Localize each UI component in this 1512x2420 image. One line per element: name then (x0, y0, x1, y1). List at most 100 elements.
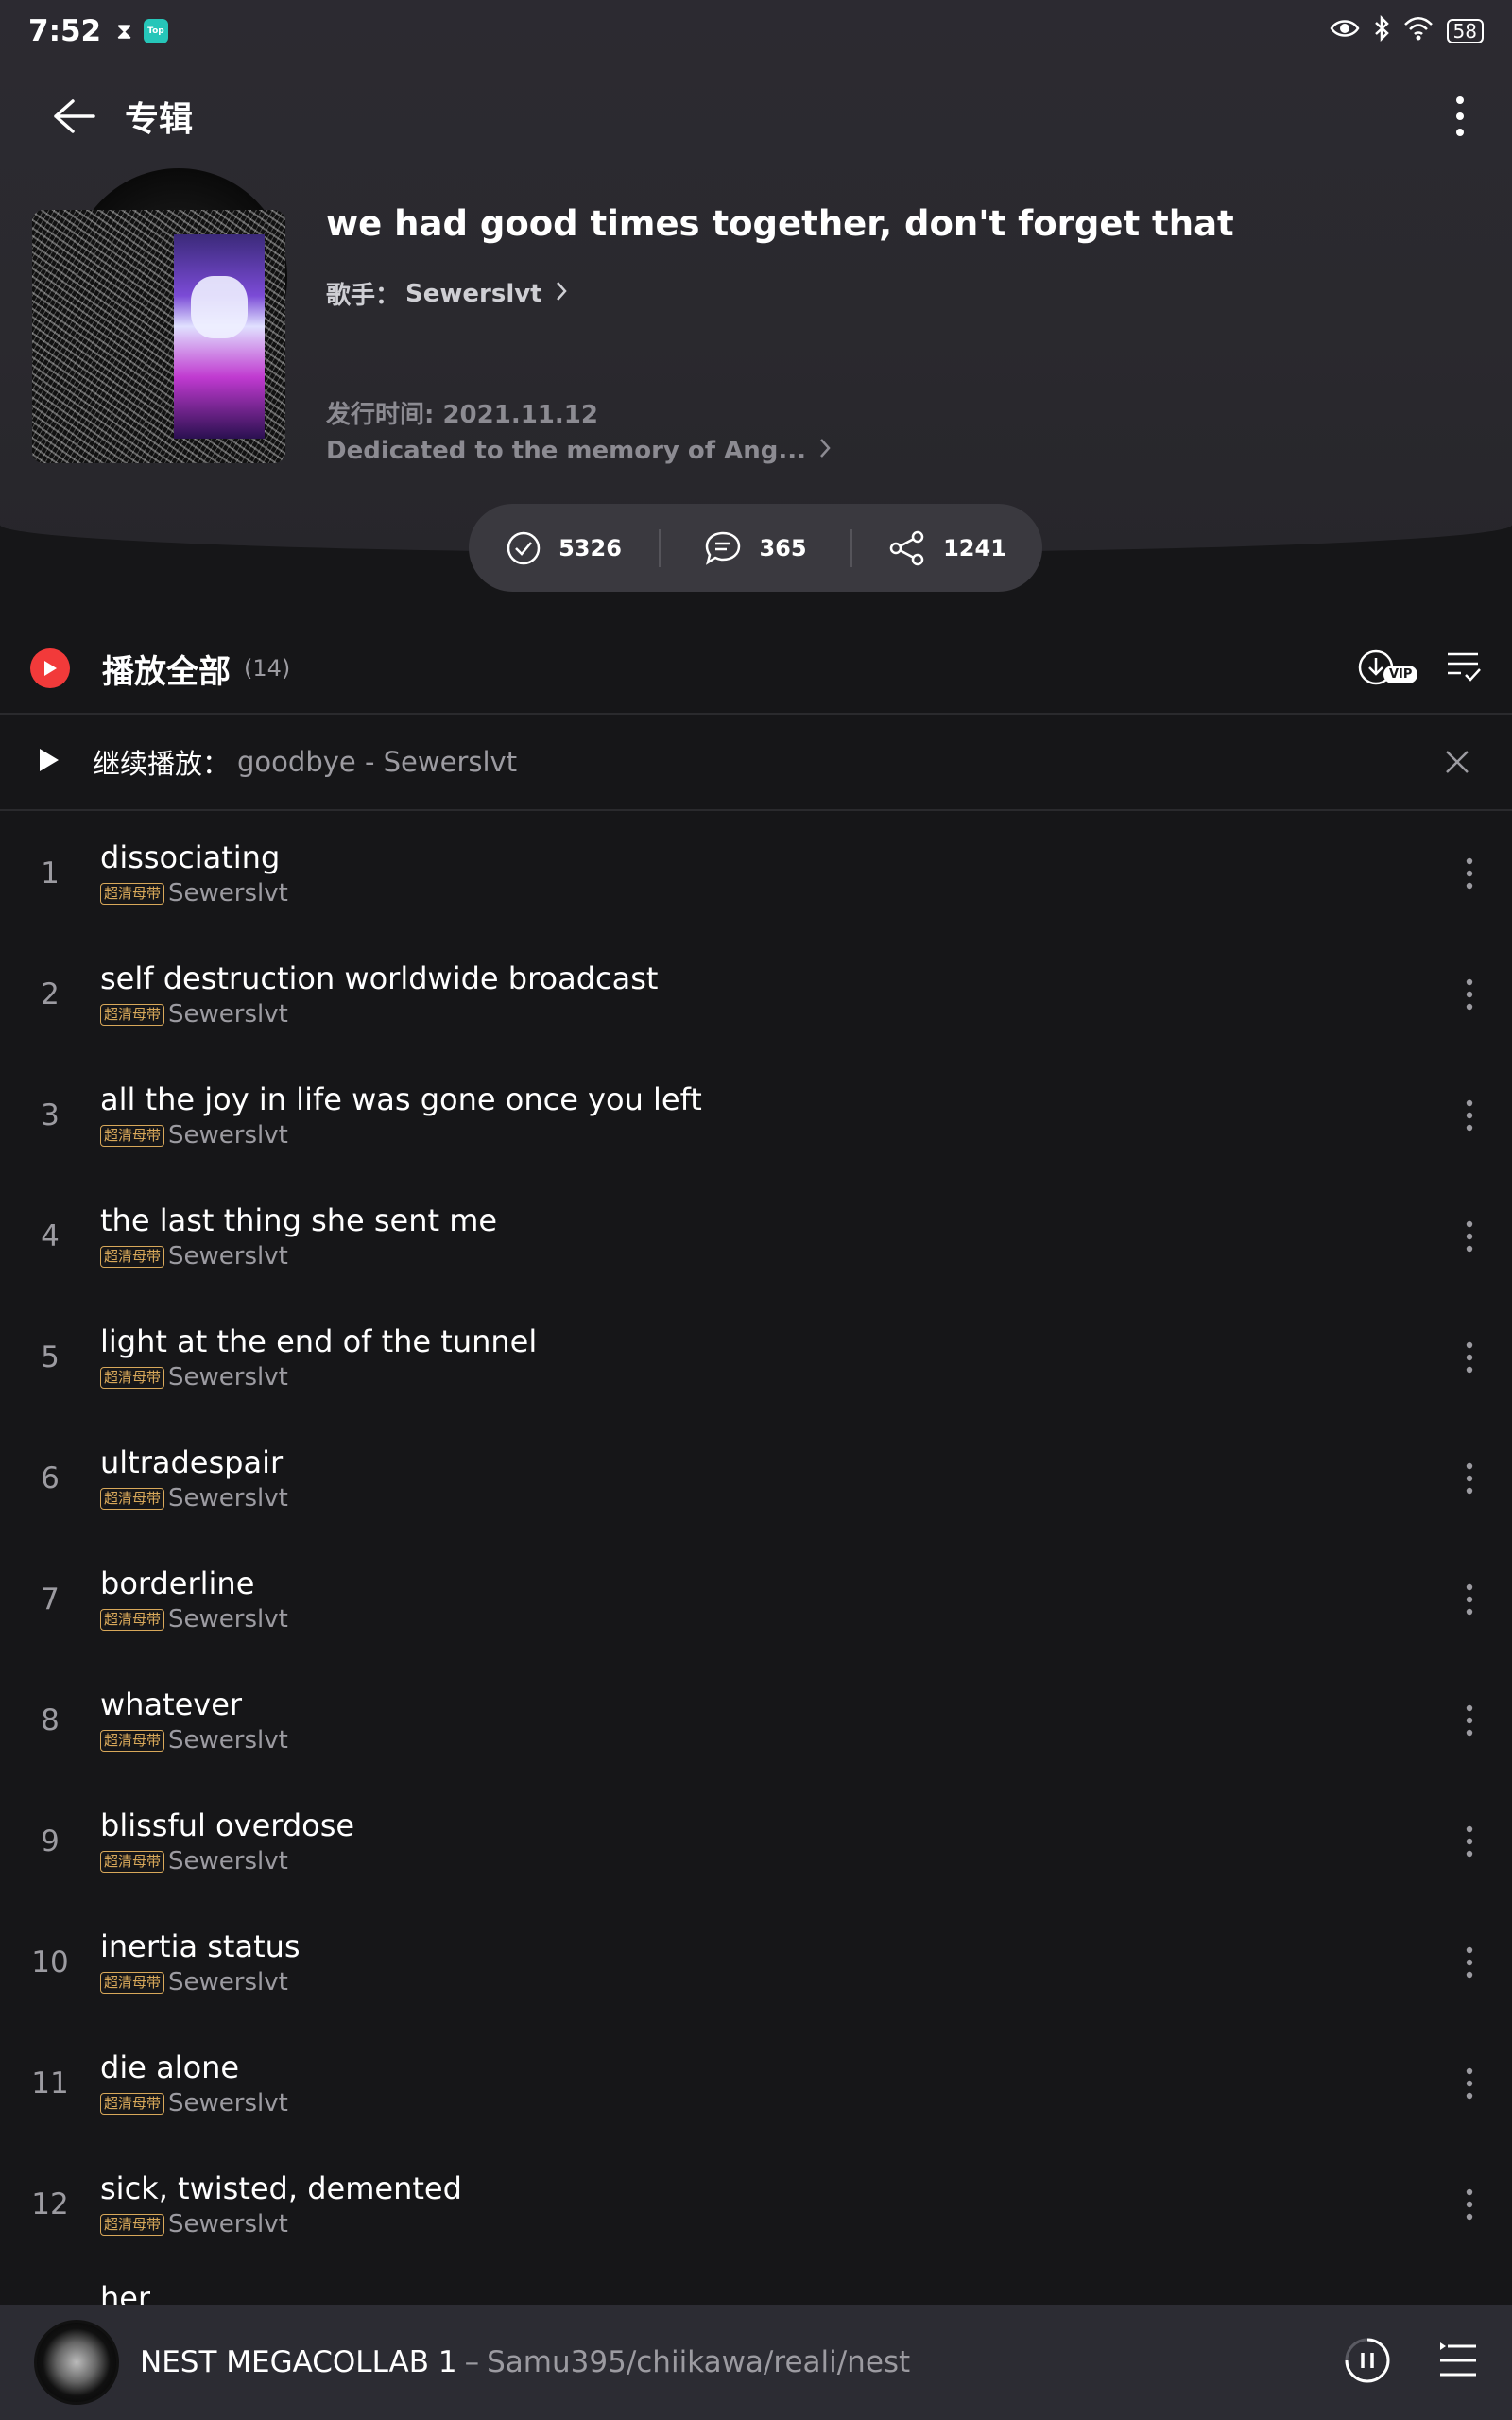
more-options-button[interactable] (1436, 90, 1484, 143)
artist-link[interactable]: 歌手： Sewerslvt (326, 276, 567, 311)
quality-badge: 超清母带 (100, 1245, 165, 1268)
track-artist: Sewerslvt (168, 2210, 288, 2238)
track-row[interactable]: 11 die alone 超清母带 Sewerslvt (0, 2023, 1512, 2144)
track-info: ultradespair 超清母带 Sewerslvt (100, 1444, 288, 1512)
multi-select-button[interactable] (1446, 650, 1482, 686)
track-more-button[interactable] (1455, 976, 1484, 1013)
track-number: 7 (41, 1582, 60, 1616)
track-title: inertia status (100, 1928, 301, 1964)
track-row[interactable]: 6 ultradespair 超清母带 Sewerslvt (0, 1418, 1512, 1539)
track-artist: Sewerslvt (168, 879, 288, 908)
track-row[interactable]: 3 all the joy in life was gone once you l… (0, 1055, 1512, 1176)
track-artist: Sewerslvt (168, 1484, 288, 1512)
pause-button[interactable] (1344, 2337, 1391, 2388)
track-more-button[interactable] (1455, 1460, 1484, 1497)
battery-indicator: 58 (1446, 19, 1484, 43)
list-select-icon (1448, 652, 1481, 682)
comments-button[interactable]: 365 (661, 504, 850, 592)
track-number: 3 (41, 1098, 60, 1132)
mini-player[interactable]: NEST MEGACOLLAB 1 – Samu395/chiikawa/rea… (0, 2305, 1512, 2420)
wifi-icon (1403, 16, 1434, 47)
track-row[interactable]: 7 borderline 超清母带 Sewerslvt (0, 1539, 1512, 1660)
quality-badge: 超清母带 (100, 1487, 165, 1510)
track-meta: 超清母带 Sewerslvt (100, 1121, 702, 1150)
track-row[interactable]: 1 dissociating 超清母带 Sewerslvt (0, 813, 1512, 934)
track-title: blissful overdose (100, 1807, 355, 1843)
track-meta: 超清母带 Sewerslvt (100, 1242, 497, 1270)
track-row[interactable]: 5 light at the end of the tunnel 超清母带 Sewer… (0, 1297, 1512, 1418)
track-row[interactable]: 10 inertia status 超清母带 Sewerslvt (0, 1902, 1512, 2023)
quality-badge: 超清母带 (100, 1850, 165, 1873)
resume-playback-row[interactable]: 继续播放： goodbye - Sewerslvt (0, 717, 1512, 807)
quality-badge: 超清母带 (100, 1366, 165, 1389)
more-vertical-icon (1466, 1099, 1473, 1132)
release-date: 发行时间: 2021.11.12 (326, 401, 598, 429)
track-artist: Sewerslvt (168, 1847, 288, 1876)
back-arrow-icon (54, 99, 95, 133)
track-title: die alone (100, 2049, 240, 2085)
more-vertical-icon (1466, 1704, 1473, 1737)
track-meta: 超清母带 Sewerslvt (100, 1000, 658, 1028)
track-info: light at the end of the tunnel 超清母带 Sewers… (100, 1323, 537, 1392)
now-playing-title: NEST MEGACOLLAB 1 (140, 2345, 457, 2379)
track-info: whatever 超清母带 Sewerslvt (100, 1686, 288, 1754)
more-vertical-icon (1466, 857, 1473, 890)
artist-label: 歌手： (326, 282, 401, 310)
track-row[interactable]: 9 blissful overdose 超清母带 Sewerslvt (0, 1781, 1512, 1902)
track-title: light at the end of the tunnel (100, 1323, 538, 1359)
more-vertical-icon (1466, 1341, 1473, 1374)
track-info: the last thing she sent me 超清母带 Sewerslvt (100, 1202, 497, 1270)
back-button[interactable] (47, 90, 100, 143)
track-more-button[interactable] (1455, 1339, 1484, 1376)
download-vip-button[interactable]: VIP (1357, 647, 1418, 690)
track-more-button[interactable] (1455, 1581, 1484, 1618)
more-vertical-icon (1466, 1946, 1473, 1979)
track-title: sick, twisted, demented (100, 2170, 462, 2206)
collect-button[interactable]: 5326 (469, 504, 659, 592)
track-more-button[interactable] (1455, 855, 1484, 892)
track-more-button[interactable] (1455, 2186, 1484, 2223)
track-artist: Sewerslvt (168, 2089, 288, 2118)
app-notification-icon: Top (143, 19, 168, 43)
resume-song: goodbye - Sewerslvt (237, 746, 518, 778)
playlist-queue-button[interactable] (1438, 2342, 1478, 2382)
play-all-label: 播放全部 (102, 652, 231, 691)
track-more-button[interactable] (1455, 1097, 1484, 1134)
track-number: 1 (41, 856, 60, 890)
track-more-button[interactable] (1455, 1218, 1484, 1255)
chevron-right-icon (819, 437, 831, 465)
share-button[interactable]: 1241 (852, 504, 1042, 592)
track-more-button[interactable] (1455, 2065, 1484, 2102)
hourglass-icon: ⧗ (116, 18, 132, 44)
track-meta: 超清母带 Sewerslvt (100, 1968, 301, 1996)
track-title: whatever (100, 1686, 243, 1722)
track-row[interactable]: 12 sick, twisted, demented 超清母带 Sewerslvt (0, 2144, 1512, 2265)
playlist-icon (1440, 2342, 1476, 2377)
page-title: 专辑 (125, 100, 194, 139)
track-meta: 超清母带 Sewerslvt (100, 1605, 288, 1634)
play-all-row[interactable]: 播放全部 (14) VIP (0, 624, 1512, 713)
close-icon (1446, 751, 1469, 773)
track-title: dissociating (100, 839, 281, 875)
artist-name: Sewerslvt (405, 279, 542, 308)
track-row[interactable]: 2 self destruction worldwide broadcast 超清母… (0, 934, 1512, 1055)
track-row[interactable]: 4 the last thing she sent me 超清母带 Sewerslvt (0, 1176, 1512, 1297)
play-all-icon[interactable] (30, 648, 70, 688)
more-vertical-icon (1466, 2188, 1473, 2221)
now-playing-disc[interactable] (34, 2320, 119, 2405)
more-vertical-icon (1466, 1462, 1473, 1495)
track-more-button[interactable] (1455, 1823, 1484, 1860)
track-number: 4 (41, 1219, 60, 1253)
track-row[interactable]: 8 whatever 超清母带 Sewerslvt (0, 1660, 1512, 1781)
album-cover[interactable] (32, 168, 289, 467)
track-more-button[interactable] (1455, 1944, 1484, 1981)
track-title: ultradespair (100, 1444, 284, 1480)
album-description-link[interactable]: Dedicated to the memory of Ang... (326, 437, 831, 465)
close-resume-button[interactable] (1438, 743, 1476, 781)
status-time: 7:52 (28, 14, 102, 48)
collect-count: 5326 (558, 534, 622, 562)
track-info: inertia status 超清母带 Sewerslvt (100, 1928, 301, 1996)
track-more-button[interactable] (1455, 1702, 1484, 1739)
track-info: all the joy in life was gone once you le… (100, 1081, 702, 1150)
track-meta: 超清母带 Sewerslvt (100, 1363, 537, 1392)
